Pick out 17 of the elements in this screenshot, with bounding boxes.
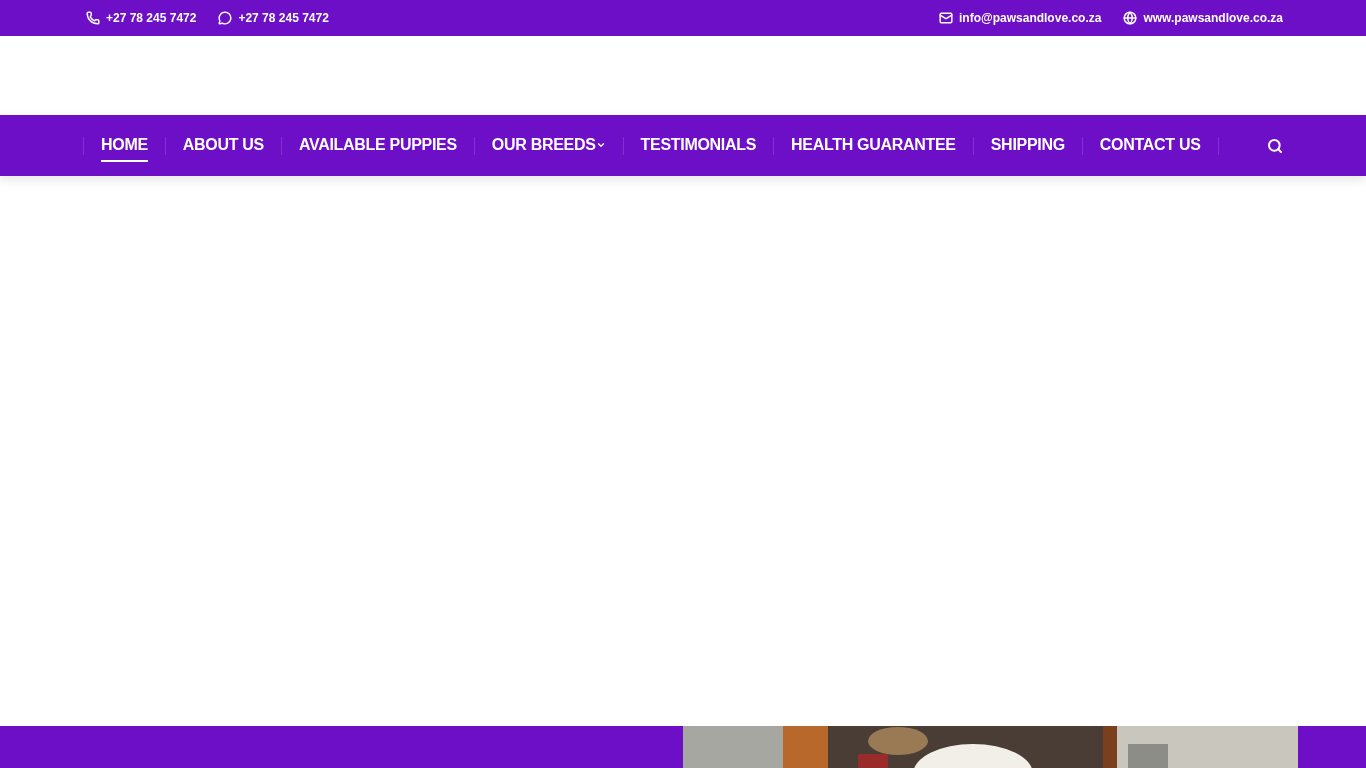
contact-item[interactable]: +27 78 245 7472 — [86, 11, 197, 25]
nav-link[interactable]: HOME — [101, 129, 148, 162]
nav-link[interactable]: TESTIMONIALS — [640, 129, 757, 162]
nav-link[interactable]: ABOUT US — [182, 129, 264, 162]
phone-icon — [86, 11, 100, 25]
contact-item[interactable]: info@pawsandlove.co.za — [939, 11, 1102, 25]
nav-link[interactable]: HEALTH GUARANTEE — [791, 129, 956, 162]
nav-link[interactable]: CONTACT US — [1099, 129, 1201, 162]
search-button[interactable] — [1267, 137, 1283, 154]
envelope-icon — [939, 11, 953, 25]
nav-link[interactable]: OUR BREEDS — [491, 129, 606, 162]
chat-bubble-icon — [218, 11, 233, 25]
globe-icon — [1123, 11, 1138, 25]
contact-item[interactable]: +27 78 245 7472 — [218, 11, 329, 25]
nav-link[interactable]: AVAILABLE PUPPIES — [298, 129, 457, 162]
nav-link[interactable]: SHIPPING — [990, 129, 1065, 162]
contact-item[interactable]: www.pawsandlove.co.za — [1123, 11, 1283, 25]
